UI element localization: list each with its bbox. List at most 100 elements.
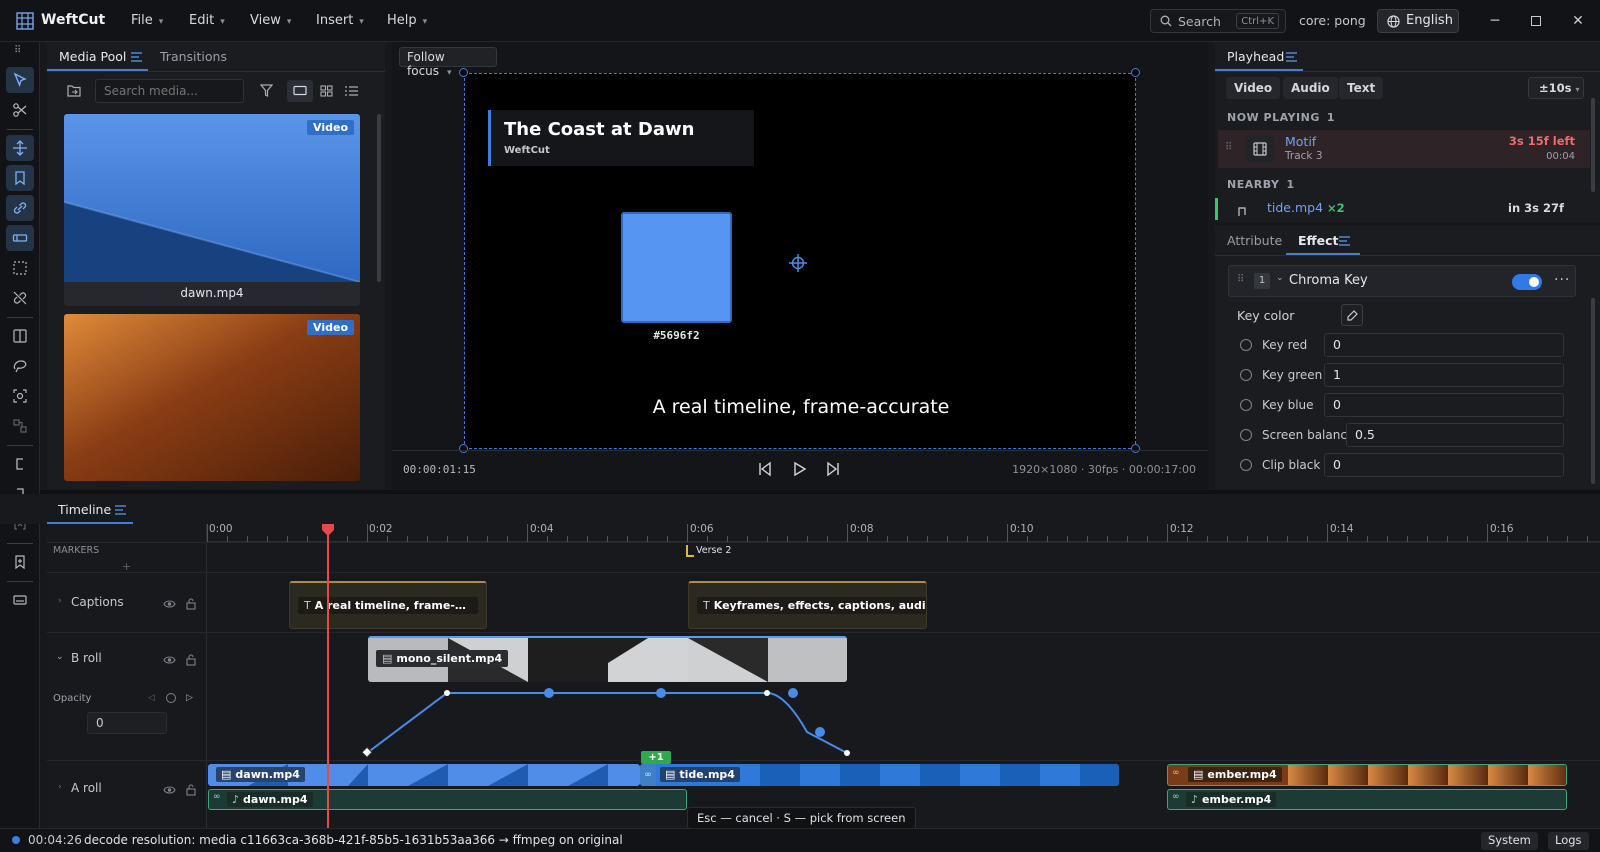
preview-canvas[interactable]: The Coast at Dawn WeftCut #5696f2 A real… xyxy=(464,73,1136,449)
title-card[interactable]: The Coast at Dawn WeftCut xyxy=(488,110,754,166)
lock-icon[interactable] xyxy=(186,784,196,796)
tab-transitions[interactable]: Transitions xyxy=(160,49,227,64)
panel-menu-icon[interactable] xyxy=(115,505,126,515)
playhead-scrollbar[interactable] xyxy=(1591,98,1595,192)
lock-icon[interactable] xyxy=(186,654,196,666)
keyframe-toggle-icon[interactable] xyxy=(166,693,176,703)
filter-audio-chip[interactable]: Audio xyxy=(1283,77,1338,99)
playhead-handle-icon[interactable] xyxy=(321,523,335,537)
opacity-curve[interactable] xyxy=(207,684,907,764)
param-input[interactable]: 0 xyxy=(1324,393,1564,417)
media-item[interactable]: Video dawn.mp4 xyxy=(64,114,360,306)
filter-icon[interactable] xyxy=(260,84,273,97)
nodes-icon[interactable] xyxy=(6,413,34,439)
more-icon[interactable]: ··· xyxy=(1554,272,1570,288)
resize-handle[interactable] xyxy=(1131,68,1140,77)
media-scrollbar[interactable] xyxy=(377,114,381,282)
track-name-captions[interactable]: Captions xyxy=(71,595,124,609)
close-icon[interactable]: ✕ xyxy=(1567,10,1589,32)
split-view-icon[interactable] xyxy=(6,323,34,349)
skip-back-icon[interactable] xyxy=(757,461,773,477)
nearby-row[interactable]: tide.mp4 ×2 in 3s 27f xyxy=(1215,196,1590,220)
import-folder-icon[interactable] xyxy=(67,84,81,97)
param-input[interactable]: 1 xyxy=(1324,363,1564,387)
eye-icon[interactable] xyxy=(163,785,176,795)
resize-handle[interactable] xyxy=(1131,444,1140,453)
language-button[interactable]: English xyxy=(1377,9,1459,33)
keyframe-clock-icon[interactable] xyxy=(1240,399,1252,411)
video-clip[interactable]: ∞ ▤ ember.mp4 xyxy=(1167,764,1567,786)
lock-icon[interactable] xyxy=(186,598,196,610)
tab-timeline[interactable]: Timeline xyxy=(58,502,111,517)
param-input[interactable]: 0 xyxy=(1324,333,1564,357)
video-clip[interactable]: ∞ ▤ tide.mp4 xyxy=(640,764,1119,786)
maximize-icon[interactable] xyxy=(1525,10,1547,32)
marker-flag-icon[interactable] xyxy=(686,545,694,557)
lasso-icon[interactable] xyxy=(6,353,34,379)
caption-clip[interactable]: T Keyframes, effects, captions, audio xyxy=(688,581,927,629)
snap-tool-icon[interactable] xyxy=(6,135,34,161)
time-ruler[interactable] xyxy=(207,524,1600,542)
eye-icon[interactable] xyxy=(163,655,176,665)
resize-handle[interactable] xyxy=(459,68,468,77)
view-single-button[interactable] xyxy=(287,80,313,102)
menu-edit[interactable]: Edit ▾ xyxy=(189,0,225,42)
menu-view[interactable]: View ▾ xyxy=(250,0,291,42)
bookmark-tool-icon[interactable] xyxy=(6,165,34,191)
effect-header[interactable]: ⠿ 1 ⌄ Chroma Key ··· xyxy=(1228,265,1576,297)
resize-handle[interactable] xyxy=(459,444,468,453)
effect-toggle[interactable] xyxy=(1512,274,1542,290)
range-dropdown[interactable]: ±10s ▾ xyxy=(1528,77,1584,99)
menu-help[interactable]: Help ▾ xyxy=(387,0,427,42)
inspector-scrollbar[interactable] xyxy=(1591,298,1595,484)
view-list-button[interactable] xyxy=(340,80,364,102)
track-name-aroll[interactable]: A roll xyxy=(71,781,102,795)
keyframe-clock-icon[interactable] xyxy=(1240,339,1252,351)
link-tool-icon[interactable] xyxy=(6,195,34,221)
razor-tool-icon[interactable] xyxy=(6,97,34,123)
select-tool-icon[interactable] xyxy=(6,67,34,93)
tab-effect[interactable]: Effect xyxy=(1298,233,1339,248)
skip-forward-icon[interactable] xyxy=(825,461,841,477)
eye-icon[interactable] xyxy=(163,599,176,609)
tab-attribute[interactable]: Attribute xyxy=(1227,233,1282,248)
keyframe-clock-icon[interactable] xyxy=(1240,369,1252,381)
panel-menu-icon[interactable] xyxy=(1286,52,1297,62)
broll-clip[interactable]: ▤ mono_silent.mp4 xyxy=(368,636,847,682)
follow-focus-dropdown[interactable]: Follow focus ▾ xyxy=(399,47,497,78)
filter-text-chip[interactable]: Text xyxy=(1339,77,1384,99)
mark-in-icon[interactable] xyxy=(6,451,34,477)
now-playing-row[interactable]: ⠿ Motif Track 3 3s 15f left 00:04 xyxy=(1218,130,1590,168)
keyframe-clock-icon[interactable] xyxy=(1240,459,1252,471)
system-button[interactable]: System xyxy=(1481,832,1538,850)
color-swatch[interactable] xyxy=(621,212,732,323)
opacity-value-input[interactable]: 0 xyxy=(87,712,167,734)
playhead-line[interactable] xyxy=(327,524,329,828)
audio-clip[interactable]: ∞ ♪ ember.mp4 xyxy=(1167,789,1567,810)
minimize-icon[interactable]: ─ xyxy=(1484,10,1506,32)
chevron-down-icon[interactable]: ⌄ xyxy=(1276,273,1284,283)
ripple-tool-icon[interactable] xyxy=(6,225,34,251)
logs-button[interactable]: Logs xyxy=(1548,832,1589,850)
param-input[interactable]: 0.5 xyxy=(1346,423,1564,447)
menu-insert[interactable]: Insert ▾ xyxy=(316,0,364,42)
caption-tool-icon[interactable] xyxy=(6,587,34,613)
filter-video-chip[interactable]: Video xyxy=(1226,77,1281,99)
crosshair-icon[interactable] xyxy=(789,254,807,272)
marquee-tool-icon[interactable] xyxy=(6,255,34,281)
param-input[interactable]: 0 xyxy=(1324,453,1564,477)
global-search-button[interactable]: Search Ctrl+K xyxy=(1150,9,1286,33)
caption-clip[interactable]: TA real timeline, frame-acc... xyxy=(289,581,487,629)
play-icon[interactable] xyxy=(791,461,807,477)
keyframe-clock-icon[interactable] xyxy=(1240,429,1252,441)
add-marker-icon[interactable] xyxy=(6,549,34,575)
track-name-broll[interactable]: B roll xyxy=(71,651,102,665)
media-search-input[interactable] xyxy=(95,79,244,103)
menu-file[interactable]: File ▾ xyxy=(131,0,163,42)
audio-clip[interactable]: ∞ ♪ dawn.mp4 xyxy=(208,789,687,810)
panel-menu-icon[interactable] xyxy=(131,52,142,62)
next-keyframe-icon[interactable]: ▷ xyxy=(186,693,193,703)
unlink-tool-icon[interactable] xyxy=(6,285,34,311)
focus-target-icon[interactable] xyxy=(6,383,34,409)
view-grid-button[interactable] xyxy=(315,80,339,102)
